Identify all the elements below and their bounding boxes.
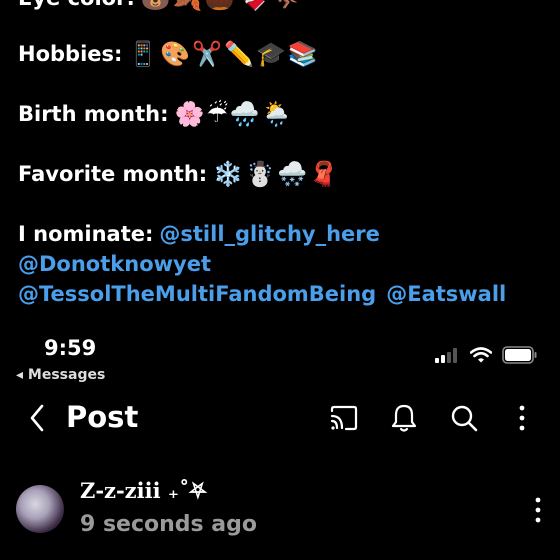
signal-icon (435, 348, 457, 363)
search-icon[interactable] (448, 402, 480, 434)
battery-icon (502, 346, 537, 364)
post-header: Post (0, 392, 560, 448)
hobbies-line: Hobbies: 📱🎨✂️✏️🎓📚 (18, 40, 550, 68)
mention-link[interactable]: @still_glitchy_here (159, 222, 379, 246)
hobbies-label: Hobbies: (18, 42, 123, 66)
status-icons (434, 346, 538, 364)
mention-link[interactable]: @Eatswall (386, 282, 506, 306)
back-chevron-icon[interactable] (24, 400, 52, 436)
post-timestamp: 9 seconds ago (80, 512, 258, 537)
birth-month-label: Birth month: (18, 102, 169, 126)
back-to-messages[interactable]: ◂ Messages (16, 367, 105, 383)
avatar[interactable] (16, 485, 64, 533)
eye-color-emojis: 🐻🍂🌰🍫🦘 (141, 0, 300, 12)
more-options-icon[interactable] (506, 402, 538, 434)
bell-icon[interactable] (388, 402, 420, 434)
mention-link[interactable]: @Donotknowyet (18, 252, 211, 276)
status-time: 9:59 (44, 336, 97, 360)
post-username[interactable]: Z-z-ziii ₊˚⛧ (80, 478, 206, 504)
nominate-line-3: @TessolTheMultiFandomBeing @Eatswall (18, 282, 550, 306)
birth-month-emojis: 🌸☔🌧️🌦️ (174, 100, 294, 128)
favorite-month-emojis: ❄️☃️🌨️🧣 (213, 160, 341, 188)
eye-color-line: Eye color: 🐻🍂🌰🍫🦘 (18, 0, 550, 12)
birth-month-line: Birth month: 🌸☔🌧️🌦️ (18, 100, 550, 128)
wifi-icon (470, 347, 492, 363)
nominate-label: I nominate: (18, 222, 154, 246)
post-more-options-icon[interactable] (532, 496, 544, 524)
cast-icon[interactable] (328, 402, 360, 434)
page-title: Post (66, 400, 139, 434)
favorite-month-label: Favorite month: (18, 162, 208, 186)
mention-link[interactable]: @TessolTheMultiFandomBeing (18, 282, 376, 306)
nominate-line: I nominate: @still_glitchy_here (18, 222, 550, 246)
eye-color-label: Eye color: (18, 0, 135, 10)
favorite-month-line: Favorite month: ❄️☃️🌨️🧣 (18, 160, 550, 188)
hobbies-emojis: 📱🎨✂️✏️🎓📚 (128, 40, 320, 68)
nominate-line-2: @Donotknowyet (18, 252, 550, 276)
